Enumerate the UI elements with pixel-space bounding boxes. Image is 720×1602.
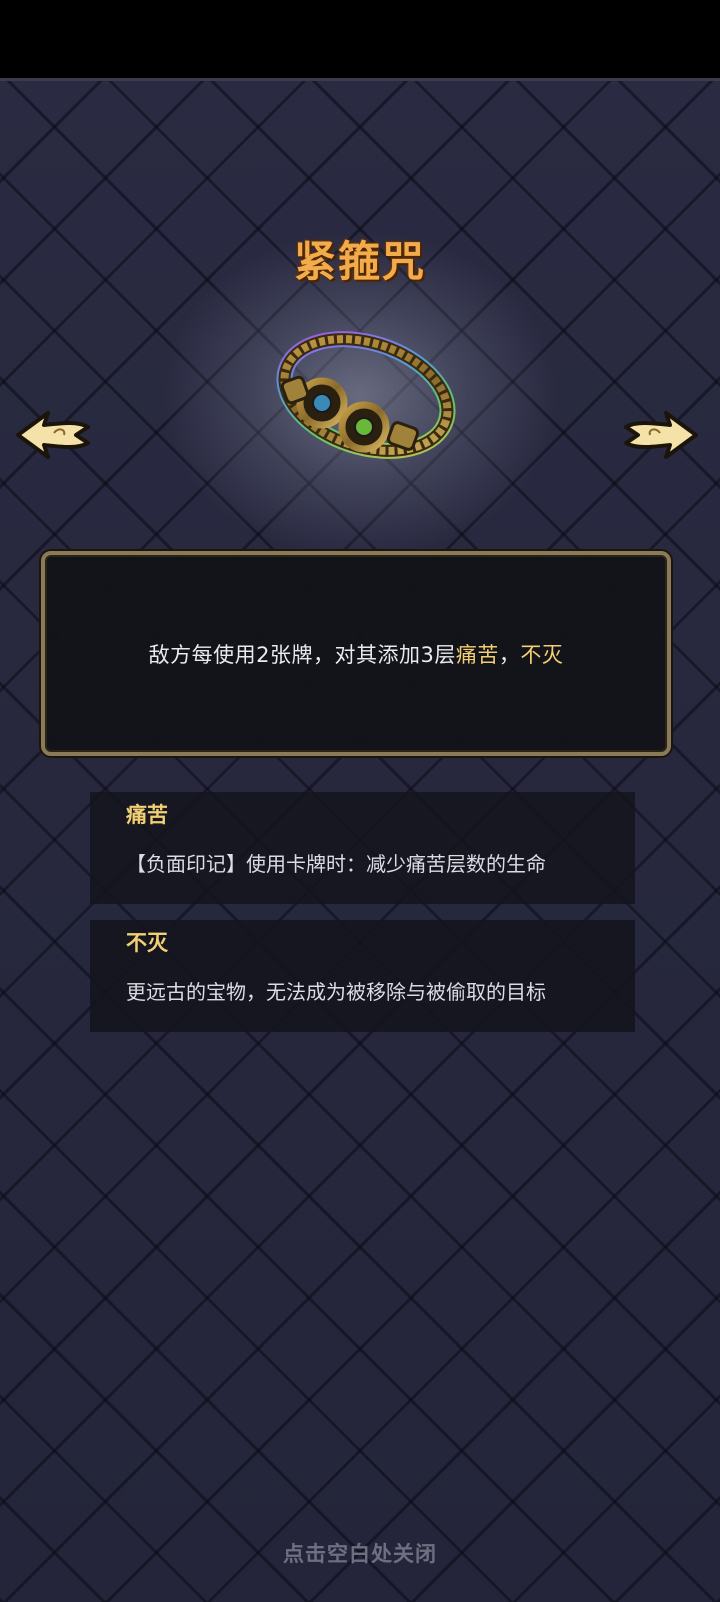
- keyword-title: 不灭: [126, 931, 168, 955]
- description-separator: ，: [498, 642, 521, 667]
- keyword-tooltip-pain: 痛苦 【负面印记】使用卡牌时：减少痛苦层数的生命: [90, 792, 635, 904]
- close-hint[interactable]: 点击空白处关闭: [0, 1538, 720, 1568]
- golden-ring-relic-icon: [262, 325, 462, 485]
- status-bar: [0, 0, 720, 81]
- next-relic-button[interactable]: [620, 405, 700, 465]
- relic-description-panel: 敌方每使用2张牌，对其添加3层痛苦，不灭: [41, 551, 671, 756]
- relic-title: 紧箍咒: [293, 237, 426, 286]
- keyword-title: 痛苦: [126, 803, 168, 827]
- keyword-link-immortal: 不灭: [520, 642, 564, 667]
- arrow-right-icon: [624, 411, 698, 459]
- keyword-description: 更远古的宝物，无法成为被移除与被偷取的目标: [126, 980, 546, 1004]
- relic-description: 敌方每使用2张牌，对其添加3层痛苦，不灭: [149, 639, 564, 669]
- keyword-link-pain: 痛苦: [455, 642, 499, 667]
- keyword-description: 【负面印记】使用卡牌时：减少痛苦层数的生命: [126, 852, 546, 876]
- keyword-tooltip-immortal: 不灭 更远古的宝物，无法成为被移除与被偷取的目标: [90, 920, 635, 1032]
- prev-relic-button[interactable]: [14, 405, 94, 465]
- arrow-left-icon: [16, 411, 90, 459]
- description-text: 敌方每使用2张牌，对其添加3层: [148, 642, 456, 667]
